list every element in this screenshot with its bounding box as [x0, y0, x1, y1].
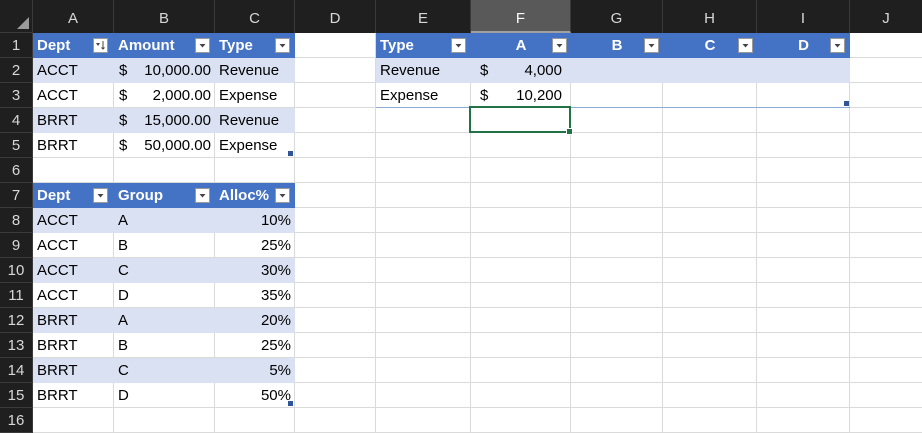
row-header-11[interactable]: 11 [0, 283, 33, 308]
table3-cell-d[interactable] [757, 58, 850, 83]
fill-handle[interactable] [566, 128, 573, 135]
filter-dropdown-icon[interactable] [195, 38, 210, 53]
column-header-f[interactable]: F [471, 0, 571, 33]
row-header-8[interactable]: 8 [0, 208, 33, 233]
filter-dropdown-icon[interactable] [830, 38, 845, 53]
table2-cell-alloc[interactable]: 25% [215, 233, 295, 258]
row-header-6[interactable]: 6 [0, 158, 33, 183]
table1-cell-type[interactable]: Revenue [215, 108, 295, 133]
column-header-d[interactable]: D [295, 0, 376, 33]
table2-cell-dept[interactable]: BRRT [33, 358, 114, 383]
column-header-b[interactable]: B [114, 0, 215, 33]
cell-grid[interactable]: Dept Amount Type ACCT $10,000.00 Revenue… [33, 33, 922, 433]
table2-cell-dept[interactable]: ACCT [33, 233, 114, 258]
table-resize-handle-icon[interactable] [288, 151, 293, 156]
table2-cell-dept[interactable]: ACCT [33, 208, 114, 233]
column-header-j[interactable]: J [850, 0, 922, 33]
filter-dropdown-icon[interactable] [275, 188, 290, 203]
filter-dropdown-icon[interactable] [275, 38, 290, 53]
table1-cell-dept[interactable]: ACCT [33, 58, 114, 83]
table2-cell-dept[interactable]: ACCT [33, 283, 114, 308]
table2-cell-group[interactable]: D [114, 283, 215, 308]
column-header-c[interactable]: C [215, 0, 295, 33]
filter-dropdown-icon[interactable] [195, 188, 210, 203]
spreadsheet: A B C D E F G H I J 1 2 3 4 5 6 7 8 9 10… [0, 0, 922, 433]
table2-cell-dept[interactable]: BRRT [33, 333, 114, 358]
table3-cell-b[interactable] [571, 58, 663, 83]
table2-cell-dept[interactable]: ACCT [33, 258, 114, 283]
row-header-13[interactable]: 13 [0, 333, 33, 358]
select-all-button[interactable] [0, 0, 33, 33]
table3-cell-a[interactable]: $10,200 [471, 83, 571, 108]
table2-cell-alloc[interactable]: 30% [215, 258, 295, 283]
filter-dropdown-icon[interactable] [93, 188, 108, 203]
row-headers: 1 2 3 4 5 6 7 8 9 10 11 12 13 14 15 16 [0, 33, 33, 433]
table3-cell-a[interactable]: $4,000 [471, 58, 571, 83]
filter-dropdown-icon[interactable] [644, 38, 659, 53]
table1-cell-type[interactable]: Expense [215, 133, 295, 158]
table3-cell-type[interactable]: Expense [376, 83, 471, 108]
select-all-triangle-icon [17, 17, 29, 29]
table1-cell-amount[interactable]: $10,000.00 [114, 58, 215, 83]
row-header-16[interactable]: 16 [0, 408, 33, 433]
table-resize-handle-icon[interactable] [844, 101, 849, 106]
table2-cell-alloc[interactable]: 25% [215, 333, 295, 358]
table2-cell-dept[interactable]: BRRT [33, 383, 114, 408]
table1-cell-type[interactable]: Revenue [215, 58, 295, 83]
table2-cell-alloc[interactable]: 20% [215, 308, 295, 333]
table1-cell-type[interactable]: Expense [215, 83, 295, 108]
table2-cell-group[interactable]: A [114, 208, 215, 233]
filter-dropdown-icon[interactable] [451, 38, 466, 53]
table2-cell-alloc[interactable]: 50% [215, 383, 295, 408]
row-header-3[interactable]: 3 [0, 83, 33, 108]
table1-cell-amount[interactable]: $15,000.00 [114, 108, 215, 133]
table1-cell-amount[interactable]: $2,000.00 [114, 83, 215, 108]
row-header-7[interactable]: 7 [0, 183, 33, 208]
row-header-15[interactable]: 15 [0, 383, 33, 408]
column-header-i[interactable]: I [757, 0, 850, 33]
column-header-h[interactable]: H [663, 0, 757, 33]
row-header-14[interactable]: 14 [0, 358, 33, 383]
table2-cell-alloc[interactable]: 5% [215, 358, 295, 383]
filter-dropdown-icon[interactable] [552, 38, 567, 53]
column-header-g[interactable]: G [571, 0, 663, 33]
table3-cell-type[interactable]: Revenue [376, 58, 471, 83]
row-header-9[interactable]: 9 [0, 233, 33, 258]
column-header-a[interactable]: A [33, 0, 114, 33]
table2-cell-dept[interactable]: BRRT [33, 308, 114, 333]
selected-cell[interactable] [469, 106, 571, 133]
table1-cell-dept[interactable]: BRRT [33, 133, 114, 158]
row-header-10[interactable]: 10 [0, 258, 33, 283]
table2-cell-group[interactable]: A [114, 308, 215, 333]
table2-cell-group[interactable]: C [114, 358, 215, 383]
filter-dropdown-icon[interactable] [738, 38, 753, 53]
row-header-12[interactable]: 12 [0, 308, 33, 333]
table2-cell-alloc[interactable]: 35% [215, 283, 295, 308]
table1-cell-amount[interactable]: $50,000.00 [114, 133, 215, 158]
table2-cell-group[interactable]: B [114, 333, 215, 358]
table2-cell-group[interactable]: D [114, 383, 215, 408]
table2-cell-group[interactable]: C [114, 258, 215, 283]
table2-cell-group[interactable]: B [114, 233, 215, 258]
table-resize-handle-icon[interactable] [288, 401, 293, 406]
table3-cell-c[interactable] [663, 58, 757, 83]
row-header-2[interactable]: 2 [0, 58, 33, 83]
row-header-4[interactable]: 4 [0, 108, 33, 133]
table1-cell-dept[interactable]: BRRT [33, 108, 114, 133]
table2-cell-alloc[interactable]: 10% [215, 208, 295, 233]
column-headers: A B C D E F G H I J [0, 0, 922, 33]
row-header-5[interactable]: 5 [0, 133, 33, 158]
table1-cell-dept[interactable]: ACCT [33, 83, 114, 108]
sort-filter-icon[interactable] [93, 38, 108, 53]
column-header-e[interactable]: E [376, 0, 471, 33]
row-header-1[interactable]: 1 [0, 33, 33, 58]
